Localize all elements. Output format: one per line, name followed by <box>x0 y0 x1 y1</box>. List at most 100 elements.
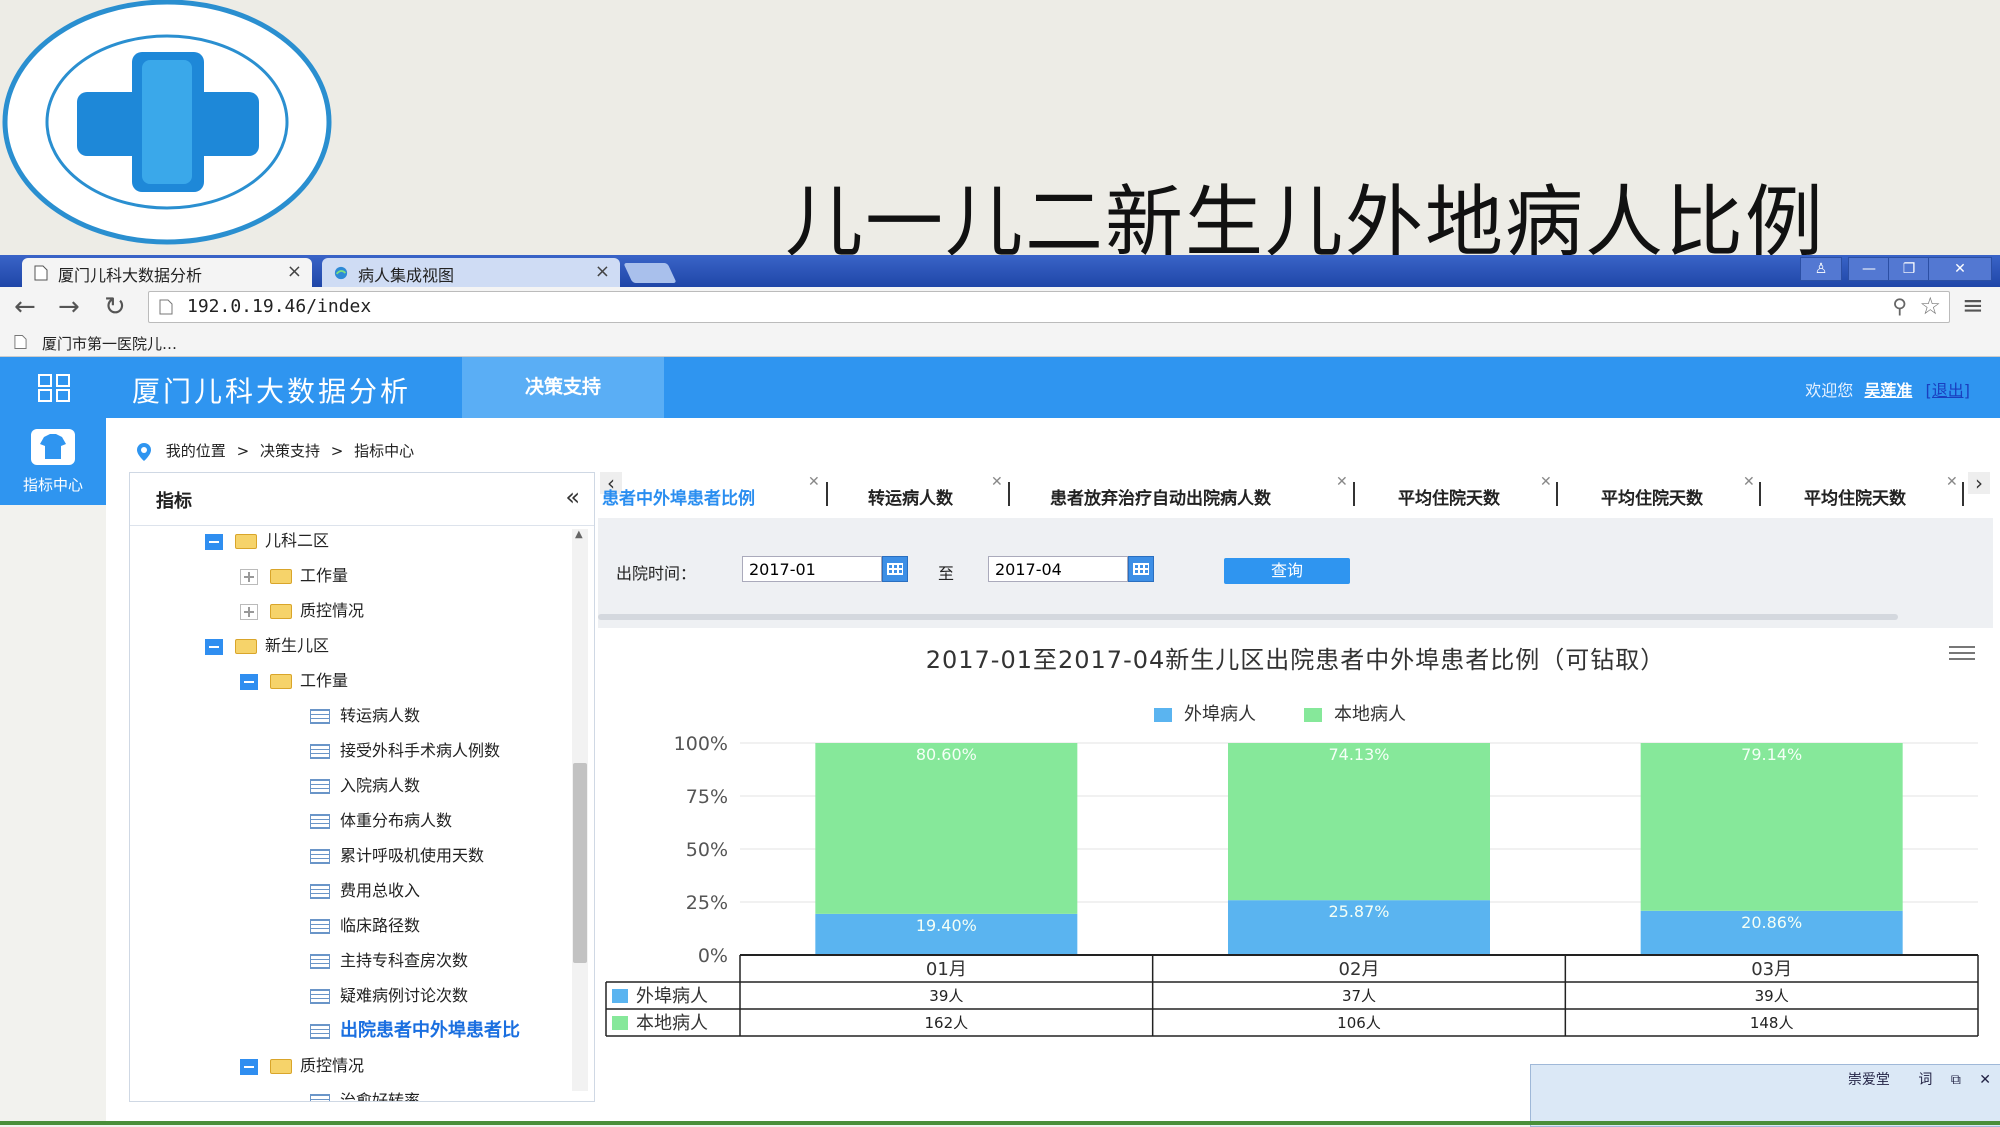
breadcrumb-sep: > <box>236 442 250 460</box>
welcome-area: 欢迎您 吴莲准 [退出] <box>1805 377 1970 401</box>
close-window-button[interactable]: ✕ <box>1928 257 1992 281</box>
menu-icon[interactable]: ≡ <box>1962 291 1984 321</box>
close-icon[interactable]: × <box>287 261 302 282</box>
tree-leaf-selected[interactable]: 出院患者中外埠患者比 <box>310 1016 520 1042</box>
table-icon <box>310 814 330 829</box>
breadcrumb-item[interactable]: 我的位置 <box>166 442 226 460</box>
tree-leaf[interactable]: 转运病人数 <box>310 702 420 728</box>
table-header-cell: 02月 <box>1339 959 1380 980</box>
close-icon[interactable]: ✕ <box>1743 474 1755 490</box>
breadcrumb-item[interactable]: 指标中心 <box>354 442 414 460</box>
folder-icon <box>235 534 257 549</box>
page-tab[interactable]: 平均住院天数 <box>1804 484 1906 509</box>
tree-leaf[interactable]: 体重分布病人数 <box>310 807 452 833</box>
close-icon[interactable]: ✕ <box>1540 474 1552 490</box>
page-tab[interactable]: 平均住院天数 <box>1398 484 1500 509</box>
collapse-icon[interactable]: « <box>565 483 580 511</box>
tree-node[interactable]: 新生儿区 <box>205 632 329 658</box>
back-icon[interactable]: ← <box>14 292 36 322</box>
close-icon[interactable]: ✕ <box>1946 474 1958 490</box>
bookmark-item[interactable]: 厦门市第一医院儿… <box>42 333 177 354</box>
collapse-toggle-icon[interactable] <box>240 1058 258 1075</box>
close-icon[interactable]: ✕ <box>808 474 820 490</box>
expand-toggle-icon[interactable] <box>240 568 258 585</box>
close-icon[interactable]: × <box>595 261 610 282</box>
scroll-thumb[interactable] <box>573 763 587 963</box>
tree-leaf[interactable]: 疑难病例讨论次数 <box>310 982 468 1008</box>
table-icon <box>310 954 330 969</box>
menu-tab-decision-support[interactable]: 决策支持 <box>462 357 664 418</box>
minimize-button[interactable]: — <box>1848 257 1890 281</box>
collapse-toggle-icon[interactable] <box>240 673 258 690</box>
page-tab[interactable]: 患者放弃治疗自动出院病人数 <box>1050 484 1271 509</box>
tree-node[interactable]: 工作量 <box>240 667 348 693</box>
forward-icon[interactable]: → <box>58 292 80 322</box>
tree-leaf[interactable]: 累计呼吸机使用天数 <box>310 842 484 868</box>
ime-name[interactable]: 崇爱堂 <box>1848 1072 1890 1088</box>
left-nav-indicator-center[interactable]: 指标中心 <box>0 418 106 505</box>
page-icon <box>159 299 173 315</box>
tree-scrollbar[interactable]: ▲ <box>572 529 588 1091</box>
tree-leaf[interactable]: 治愈好转率 <box>310 1087 420 1101</box>
user-icon[interactable]: ♙ <box>1800 257 1842 281</box>
folder-icon <box>270 569 292 584</box>
stacked-bar-chart: 0% 25% 50% 75% 100% 19.40% 80.60% 25.87% 74.13% 2… <box>605 733 1979 1037</box>
tree-leaf[interactable]: 费用总收入 <box>310 877 420 903</box>
folder-icon <box>235 639 257 654</box>
start-date-input[interactable]: 2017-01 <box>742 556 882 582</box>
end-date-input[interactable]: 2017-04 <box>988 556 1128 582</box>
panel-splitter[interactable] <box>598 614 1898 620</box>
collapse-toggle-icon[interactable] <box>205 638 223 655</box>
tree-node[interactable]: 儿科二区 <box>205 527 329 553</box>
calendar-icon[interactable] <box>882 556 908 582</box>
page-tab[interactable]: 转运病人数 <box>868 484 953 509</box>
pin-icon[interactable]: ⚲ <box>1892 294 1907 318</box>
ime-button[interactable]: ✕ <box>1979 1072 1991 1088</box>
table-icon <box>310 1094 330 1101</box>
browser-tab-label: 厦门儿科大数据分析 <box>58 266 203 285</box>
tree-leaf[interactable]: 主持专科查房次数 <box>310 947 468 973</box>
browser-tab-inactive[interactable]: 病人集成视图 × <box>322 258 620 287</box>
table-row-label: 本地病人 <box>636 1013 708 1034</box>
scroll-right-icon[interactable]: › <box>1968 472 1990 494</box>
page-tab[interactable]: 平均住院天数 <box>1601 484 1703 509</box>
tree-node[interactable]: 工作量 <box>240 562 348 588</box>
collapse-toggle-icon[interactable] <box>205 533 223 550</box>
tab-separator <box>1759 482 1761 506</box>
restore-button[interactable]: ❐ <box>1888 257 1930 281</box>
data-label: 25.87% <box>1328 902 1389 921</box>
ime-button[interactable]: ⧉ <box>1951 1072 1961 1088</box>
page-tab-active[interactable]: 患者中外埠患者比例 <box>602 484 755 509</box>
tree-leaf-label: 累计呼吸机使用天数 <box>340 846 485 865</box>
star-icon[interactable]: ☆ <box>1919 292 1941 320</box>
close-icon[interactable]: ✕ <box>991 474 1003 490</box>
query-button[interactable]: 查询 <box>1224 558 1350 584</box>
url-field[interactable]: 192.0.19.46/index ⚲ ☆ <box>148 291 1950 323</box>
table-icon <box>310 1023 330 1039</box>
scroll-up-icon[interactable]: ▲ <box>575 529 583 540</box>
table-icon <box>310 884 330 899</box>
tree-node[interactable]: 质控情况 <box>240 597 364 623</box>
table-cell: 148人 <box>1750 1014 1794 1032</box>
app-title: 厦门儿科大数据分析 <box>132 375 412 408</box>
page-icon <box>14 335 27 349</box>
calendar-icon[interactable] <box>1128 556 1154 582</box>
tree-leaf-label: 临床路径数 <box>340 916 421 935</box>
breadcrumb-item[interactable]: 决策支持 <box>260 442 320 460</box>
table-cell: 37人 <box>1342 987 1376 1005</box>
tree-leaf[interactable]: 入院病人数 <box>310 772 420 798</box>
reload-icon[interactable]: ↻ <box>104 292 126 322</box>
ime-button[interactable]: 词 <box>1918 1072 1932 1088</box>
logout-link[interactable]: [退出] <box>1926 381 1971 400</box>
tree-leaf-label: 费用总收入 <box>340 881 421 900</box>
tree-leaf[interactable]: 临床路径数 <box>310 912 420 938</box>
close-icon[interactable]: ✕ <box>1336 474 1348 490</box>
tree-node[interactable]: 质控情况 <box>240 1052 364 1078</box>
grid-menu-icon[interactable] <box>38 374 70 402</box>
browser-tab-active[interactable]: 厦门儿科大数据分析 × <box>22 258 312 287</box>
user-link[interactable]: 吴莲准 <box>1864 381 1912 400</box>
new-tab-button[interactable] <box>623 263 677 283</box>
expand-toggle-icon[interactable] <box>240 603 258 620</box>
tree-leaf[interactable]: 接受外科手术病人例数 <box>310 737 500 763</box>
tree-title: 指标 <box>156 491 192 512</box>
